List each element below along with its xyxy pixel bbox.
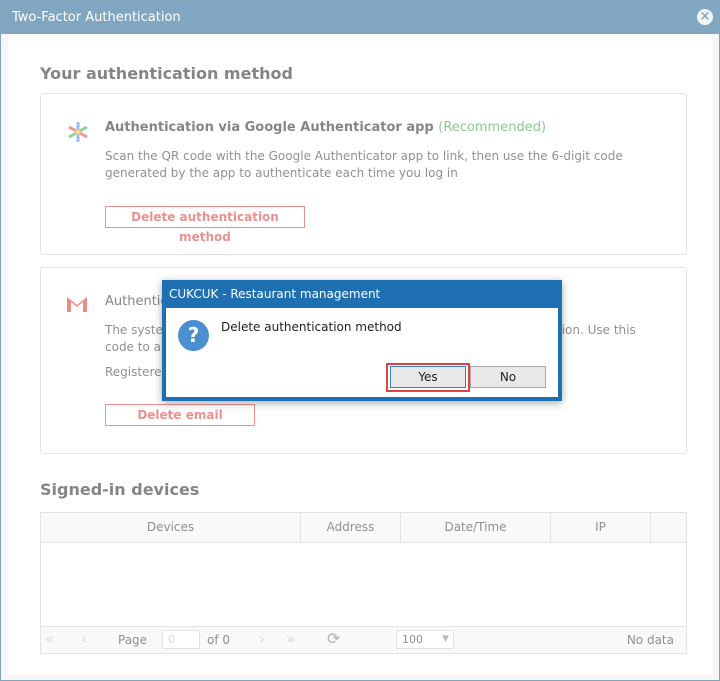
question-icon: ?: [178, 320, 209, 351]
dialog-title: CUKCUK - Restaurant management: [162, 280, 562, 308]
yes-button[interactable]: Yes: [390, 366, 466, 388]
dialog-message: Delete authentication method: [221, 320, 402, 334]
confirm-dialog: CUKCUK - Restaurant management ? Delete …: [162, 280, 562, 401]
no-button[interactable]: No: [470, 366, 546, 388]
